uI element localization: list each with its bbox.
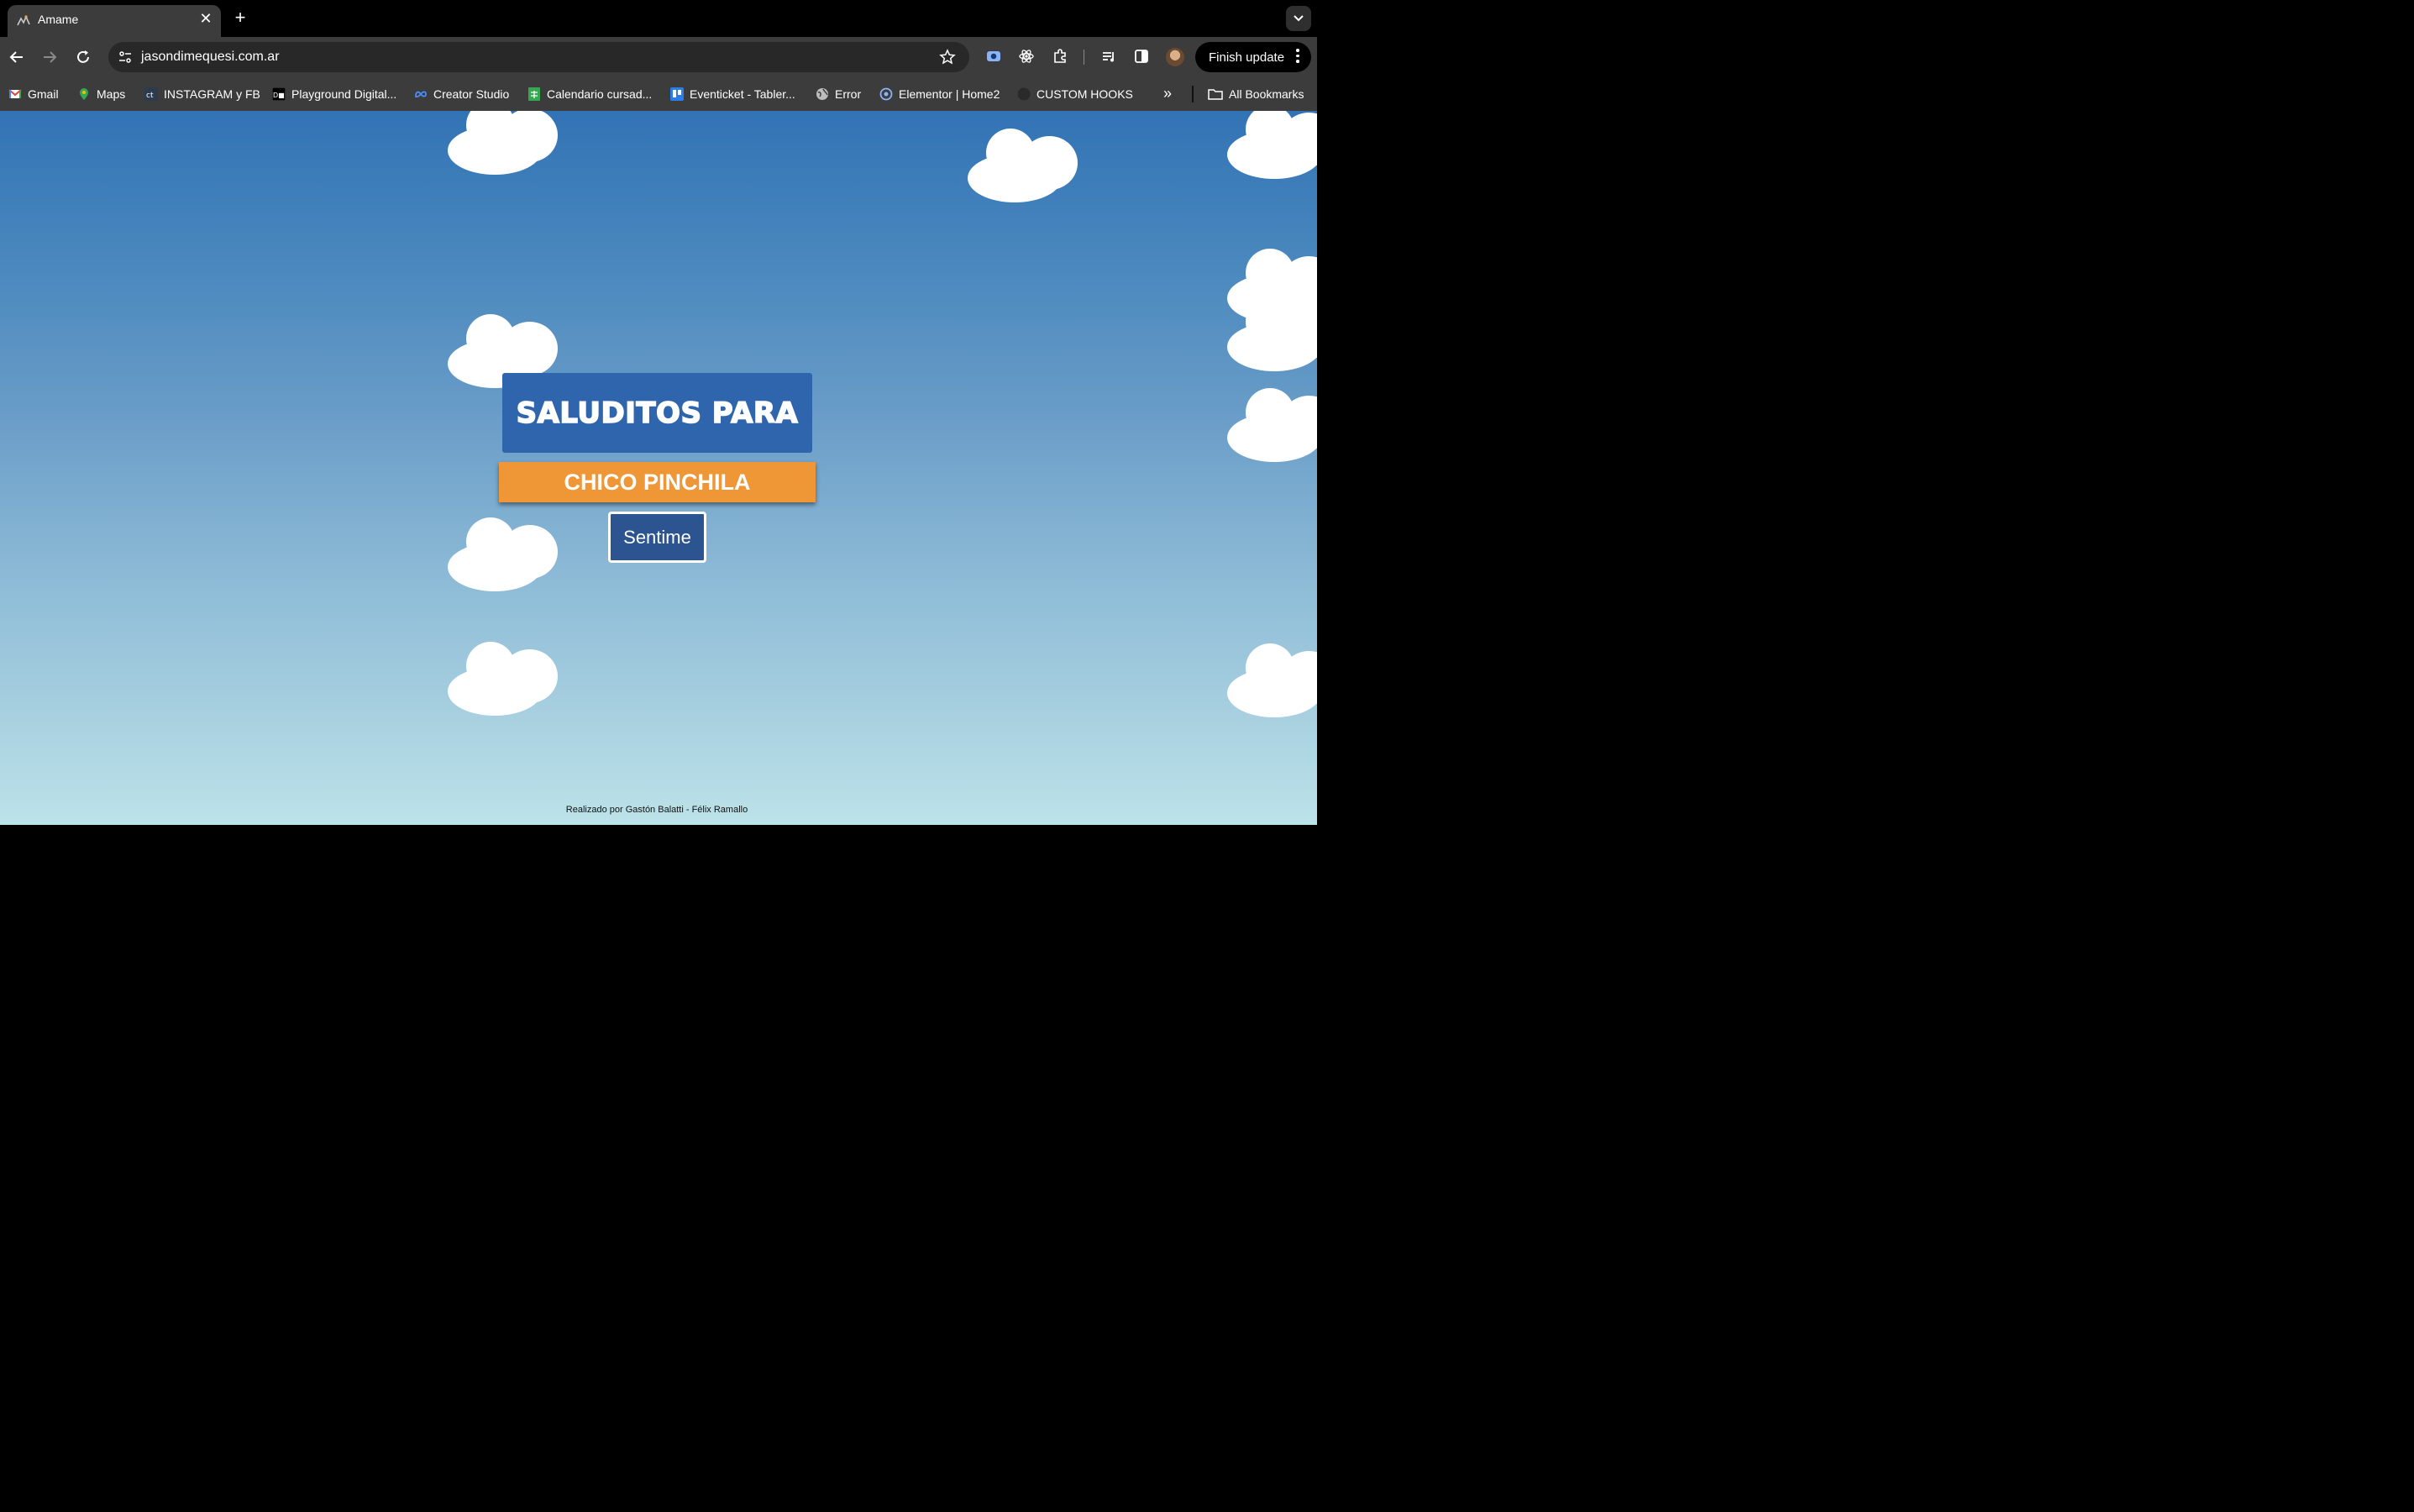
tab-close-icon[interactable]: ✕ xyxy=(198,11,213,26)
arrow-left-icon xyxy=(9,51,23,63)
bookmark-maps[interactable]: Maps xyxy=(77,86,125,102)
cloud-decoration xyxy=(1227,111,1317,181)
gmail-icon xyxy=(8,89,22,98)
elementor-icon xyxy=(879,87,893,101)
meta-icon xyxy=(415,91,427,98)
screen-capture-extension-icon[interactable] xyxy=(984,47,1003,66)
bookmark-star-icon[interactable] xyxy=(939,49,956,66)
greeting-heading: SALUDITOS PARA xyxy=(516,396,799,431)
finish-update-label: Finish update xyxy=(1209,50,1285,65)
sentime-button[interactable]: Sentime xyxy=(608,512,706,563)
ct-icon: ct xyxy=(144,87,158,101)
sheets-icon xyxy=(528,87,540,101)
reload-button[interactable] xyxy=(73,47,93,67)
all-bookmarks-button[interactable]: All Bookmarks xyxy=(1208,86,1304,102)
media-controls-icon[interactable] xyxy=(1099,47,1118,66)
bookmarks-bar: Gmail Maps ct INSTAGRAM y FB D■ Playgrou… xyxy=(0,77,1317,111)
bookmark-error[interactable]: Error xyxy=(816,86,861,102)
cloud-decoration xyxy=(448,111,559,176)
trello-icon xyxy=(670,87,684,101)
maps-icon xyxy=(80,88,88,100)
globe-icon xyxy=(816,88,828,100)
svg-text:ct: ct xyxy=(146,92,154,100)
cloud-decoration xyxy=(448,517,559,593)
all-bookmarks-label: All Bookmarks xyxy=(1229,87,1304,101)
active-tab[interactable]: Amame ✕ xyxy=(8,5,221,37)
bookmark-label: Maps xyxy=(97,87,126,101)
reload-icon xyxy=(77,50,89,63)
bookmark-label: Gmail xyxy=(28,87,59,101)
address-bar[interactable]: jasondimequesi.com.ar xyxy=(108,42,969,72)
folder-icon xyxy=(1208,89,1223,100)
tab-strip: Amame ✕ + xyxy=(0,0,1317,37)
url-text[interactable]: jasondimequesi.com.ar xyxy=(141,50,280,65)
profile-avatar[interactable] xyxy=(1166,48,1184,66)
cloud-decoration xyxy=(448,642,559,717)
cloud-decoration xyxy=(1227,388,1317,464)
forward-button[interactable] xyxy=(39,47,60,67)
finish-update-button[interactable]: Finish update xyxy=(1195,42,1311,72)
bookmark-label: CUSTOM HOOKS xyxy=(1036,87,1133,101)
bookmark-label: Eventicket - Tabler... xyxy=(690,87,795,101)
dh-icon: D■ xyxy=(272,87,286,101)
new-tab-button[interactable]: + xyxy=(230,8,250,28)
cloud-decoration xyxy=(968,129,1078,204)
bookmark-label: INSTAGRAM y FB xyxy=(164,87,260,101)
kebab-menu-icon xyxy=(1296,49,1299,66)
bookmark-label: Creator Studio xyxy=(433,87,510,101)
bookmark-instagram-fb[interactable]: ct INSTAGRAM y FB xyxy=(144,86,260,102)
bookmark-gmail[interactable]: Gmail xyxy=(8,86,59,102)
cloud-decoration xyxy=(1227,297,1317,373)
recipient-name-box: CHICO PINCHILA xyxy=(499,462,816,502)
bookmarks-divider xyxy=(1192,86,1194,102)
react-devtools-icon[interactable] xyxy=(1017,47,1036,66)
chevron-down-icon xyxy=(1294,15,1304,22)
browser-toolbar: jasondimequesi.com.ar xyxy=(0,37,1317,77)
extensions-puzzle-icon[interactable] xyxy=(1051,47,1069,66)
bookmark-label: Error xyxy=(835,87,862,101)
tab-title: Amame xyxy=(38,13,79,26)
github-icon xyxy=(1017,87,1031,101)
bookmark-playground[interactable]: D■ Playground Digital... xyxy=(272,86,396,102)
bookmark-custom-hooks[interactable]: CUSTOM HOOKS xyxy=(1017,86,1133,102)
bookmarks-overflow-chevron-icon[interactable]: » xyxy=(1163,85,1172,102)
tab-search-button[interactable] xyxy=(1286,6,1311,31)
bookmark-label: Playground Digital... xyxy=(291,87,397,101)
tab-favicon-icon xyxy=(17,15,30,26)
cloud-decoration xyxy=(1227,643,1317,719)
bookmark-eventicket[interactable]: Eventicket - Tabler... xyxy=(670,86,795,102)
back-button[interactable] xyxy=(7,47,27,67)
site-settings-icon[interactable] xyxy=(115,47,135,67)
arrow-right-icon xyxy=(44,51,57,63)
side-panel-icon[interactable] xyxy=(1132,47,1151,66)
bookmark-creator-studio[interactable]: Creator Studio xyxy=(414,86,509,102)
bookmark-elementor[interactable]: Elementor | Home2 xyxy=(879,86,1000,102)
page-viewport: SALUDITOS PARA CHICO PINCHILA Sentime Re… xyxy=(0,111,1317,825)
bookmark-label: Calendario cursad... xyxy=(547,87,653,101)
greeting-heading-box: SALUDITOS PARA xyxy=(502,373,812,453)
bookmark-calendario[interactable]: Calendario cursad... xyxy=(527,86,652,102)
recipient-name: CHICO PINCHILA xyxy=(564,469,751,495)
bookmark-label: Elementor | Home2 xyxy=(899,87,1000,101)
svg-text:D■: D■ xyxy=(273,92,285,99)
footer-credit: Realizado por Gastón Balatti - Félix Ram… xyxy=(565,805,748,815)
